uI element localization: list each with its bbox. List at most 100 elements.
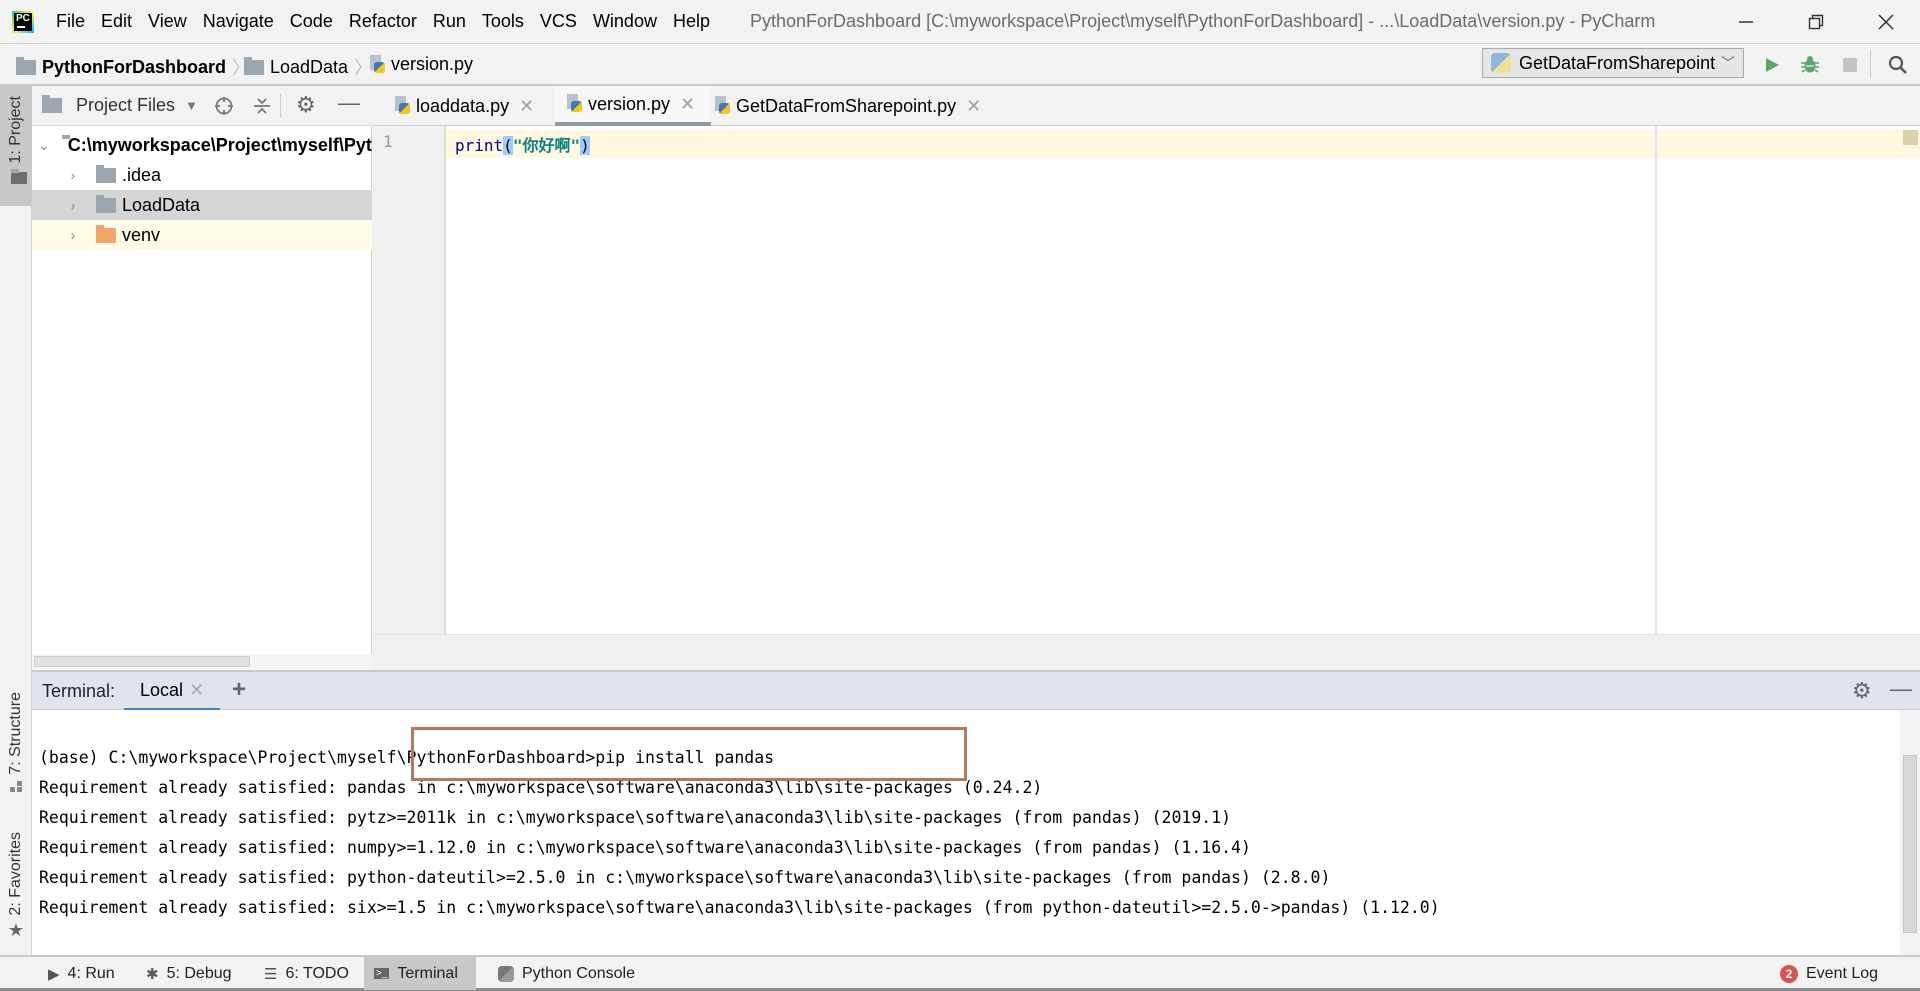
- navigation-bar: PythonForDashboard 〉 LoadData 〉 version.…: [0, 44, 1920, 86]
- tree-item-venv[interactable]: › venv: [32, 220, 372, 250]
- project-panel-header: Project Files ▼ ⚙ —: [32, 86, 372, 126]
- menu-view[interactable]: View: [148, 11, 187, 32]
- code-editor[interactable]: 1 print("你好啊"): [373, 126, 1920, 634]
- star-icon: ★: [7, 919, 25, 940]
- bottom-tool-bar: ▶ 4: Run ✱ 5: Debug ☰ 6: TODO >_ Termina…: [0, 955, 1920, 991]
- terminal-vertical-scrollbar[interactable]: [1900, 710, 1920, 955]
- terminal-tab-local[interactable]: Local ✕: [124, 672, 220, 712]
- folder-excluded-icon: [96, 224, 116, 243]
- run-configuration-label: GetDataFromSharepoint: [1519, 52, 1716, 73]
- code-function: print: [455, 136, 504, 155]
- event-log-button[interactable]: 2 Event Log: [1770, 957, 1888, 990]
- close-tab-icon[interactable]: ✕: [966, 96, 981, 117]
- menu-refactor[interactable]: Refactor: [349, 11, 417, 32]
- breadcrumb-label: LoadData: [270, 56, 349, 77]
- tool-window-todo[interactable]: ☰ 6: TODO: [254, 957, 359, 990]
- collapse-all-icon[interactable]: [252, 96, 272, 116]
- run-icon: ▶: [48, 965, 60, 983]
- left-tool-strip: 1: Project 7: Structure 2: Favorites ★: [0, 86, 32, 955]
- inspection-status-marker[interactable]: [1903, 130, 1918, 145]
- hide-panel-icon[interactable]: —: [1890, 676, 1912, 702]
- chevron-right-icon[interactable]: ›: [66, 227, 80, 243]
- debug-bug-icon: ✱: [146, 965, 159, 983]
- terminal-header: Terminal: Local ✕ + ⚙ —: [32, 670, 1920, 712]
- menu-tools[interactable]: Tools: [482, 11, 524, 32]
- scrollbar-thumb[interactable]: [1903, 755, 1917, 933]
- close-tab-icon[interactable]: ✕: [519, 96, 534, 117]
- tool-window-label: Python Console: [522, 964, 635, 982]
- project-horizontal-scrollbar[interactable]: [32, 654, 372, 670]
- tool-window-label: 4: Run: [67, 964, 115, 982]
- tab-label: GetDataFromSharepoint.py: [736, 95, 957, 116]
- menu-file[interactable]: File: [56, 11, 85, 32]
- menu-navigate[interactable]: Navigate: [203, 11, 274, 32]
- menu-window[interactable]: Window: [593, 11, 657, 32]
- close-tab-icon[interactable]: ✕: [189, 680, 204, 701]
- folder-icon: [96, 194, 116, 213]
- favorites-tab-label: 2: Favorites: [7, 832, 24, 916]
- stop-button[interactable]: [1836, 51, 1864, 79]
- code-line[interactable]: print("你好啊"): [455, 132, 590, 156]
- tool-window-python-console[interactable]: Python Console: [488, 957, 645, 990]
- python-icon: [498, 965, 514, 982]
- tool-window-label: 6: TODO: [285, 964, 349, 982]
- menu-help[interactable]: Help: [673, 11, 710, 32]
- right-margin-guide: [1655, 126, 1657, 634]
- debug-button[interactable]: [1796, 51, 1824, 79]
- tree-item-root[interactable]: ⌄ C:\myworkspace\Project\myself\PythonFo…: [32, 130, 372, 160]
- menu-bar: File Edit View Navigate Code Refactor Ru…: [56, 11, 726, 32]
- minimize-button[interactable]: [1718, 0, 1774, 44]
- caret-row-highlight: [373, 130, 1920, 158]
- chevron-right-icon[interactable]: ›: [66, 197, 80, 213]
- structure-icon: [10, 780, 22, 792]
- new-terminal-tab-icon[interactable]: +: [232, 676, 246, 704]
- terminal-tab-label: Local: [139, 679, 183, 700]
- tool-window-favorites-tab[interactable]: 2: Favorites ★: [0, 832, 32, 942]
- tool-window-project-tab[interactable]: 1: Project: [0, 86, 32, 206]
- terminal-line: Requirement already satisfied: numpy>=1.…: [39, 838, 1251, 857]
- folder-icon: [244, 56, 264, 75]
- hide-panel-icon[interactable]: —: [338, 90, 360, 116]
- menu-run[interactable]: Run: [433, 11, 466, 32]
- run-button[interactable]: [1758, 51, 1786, 79]
- chevron-down-icon: ﹀: [1721, 55, 1735, 71]
- tool-window-label: 5: Debug: [166, 964, 232, 982]
- menu-code[interactable]: Code: [290, 11, 333, 32]
- command-highlight-box: [411, 727, 967, 781]
- menu-edit[interactable]: Edit: [101, 11, 132, 32]
- folder-icon: [96, 164, 116, 183]
- terminal-output[interactable]: (base) C:\myworkspace\Project\myself\Pyt…: [32, 710, 1920, 955]
- gear-icon[interactable]: ⚙: [296, 92, 316, 118]
- scrollbar-thumb[interactable]: [34, 656, 250, 667]
- run-configuration-select[interactable]: GetDataFromSharepoint ﹀: [1482, 48, 1744, 78]
- chevron-down-icon[interactable]: ▼: [185, 98, 198, 113]
- gear-icon[interactable]: ⚙: [1852, 678, 1872, 704]
- restore-button[interactable]: [1788, 0, 1844, 44]
- chevron-right-icon[interactable]: ›: [66, 167, 80, 183]
- notification-count-badge: 2: [1780, 964, 1798, 983]
- chevron-down-icon[interactable]: ⌄: [38, 137, 50, 154]
- tool-window-run[interactable]: ▶ 4: Run: [38, 957, 125, 990]
- breadcrumb-loaddata[interactable]: LoadData 〉: [244, 54, 378, 80]
- tool-window-debug[interactable]: ✱ 5: Debug: [136, 957, 242, 990]
- tree-item-loaddata[interactable]: › LoadData: [32, 190, 372, 220]
- tool-window-terminal[interactable]: >_ Terminal: [364, 957, 476, 990]
- tab-getdatafromsharepoint-py[interactable]: GetDataFromSharepoint.py ✕: [703, 86, 991, 126]
- editor-bottom-area: [373, 634, 1920, 670]
- tab-loaddata-py[interactable]: loaddata.py ✕: [383, 86, 544, 126]
- tab-version-py[interactable]: version.py ✕: [555, 86, 711, 126]
- locate-file-icon[interactable]: [214, 96, 234, 116]
- project-view-selector[interactable]: Project Files: [76, 95, 175, 116]
- close-window-button[interactable]: [1858, 0, 1914, 44]
- breadcrumb-project[interactable]: PythonForDashboard 〉: [16, 54, 256, 80]
- menu-vcs[interactable]: VCS: [540, 11, 577, 32]
- close-tab-icon[interactable]: ✕: [680, 94, 695, 115]
- tab-label: version.py: [588, 93, 671, 114]
- breadcrumb-version-py[interactable]: version.py: [368, 54, 473, 75]
- debug-bug-icon: [1801, 56, 1819, 73]
- tool-window-structure-tab[interactable]: 7: Structure: [0, 692, 32, 812]
- search-everywhere-button[interactable]: [1884, 51, 1912, 79]
- tool-window-label: Terminal: [397, 964, 458, 982]
- folder-icon: [16, 56, 36, 75]
- tree-item-idea[interactable]: › .idea: [32, 160, 372, 190]
